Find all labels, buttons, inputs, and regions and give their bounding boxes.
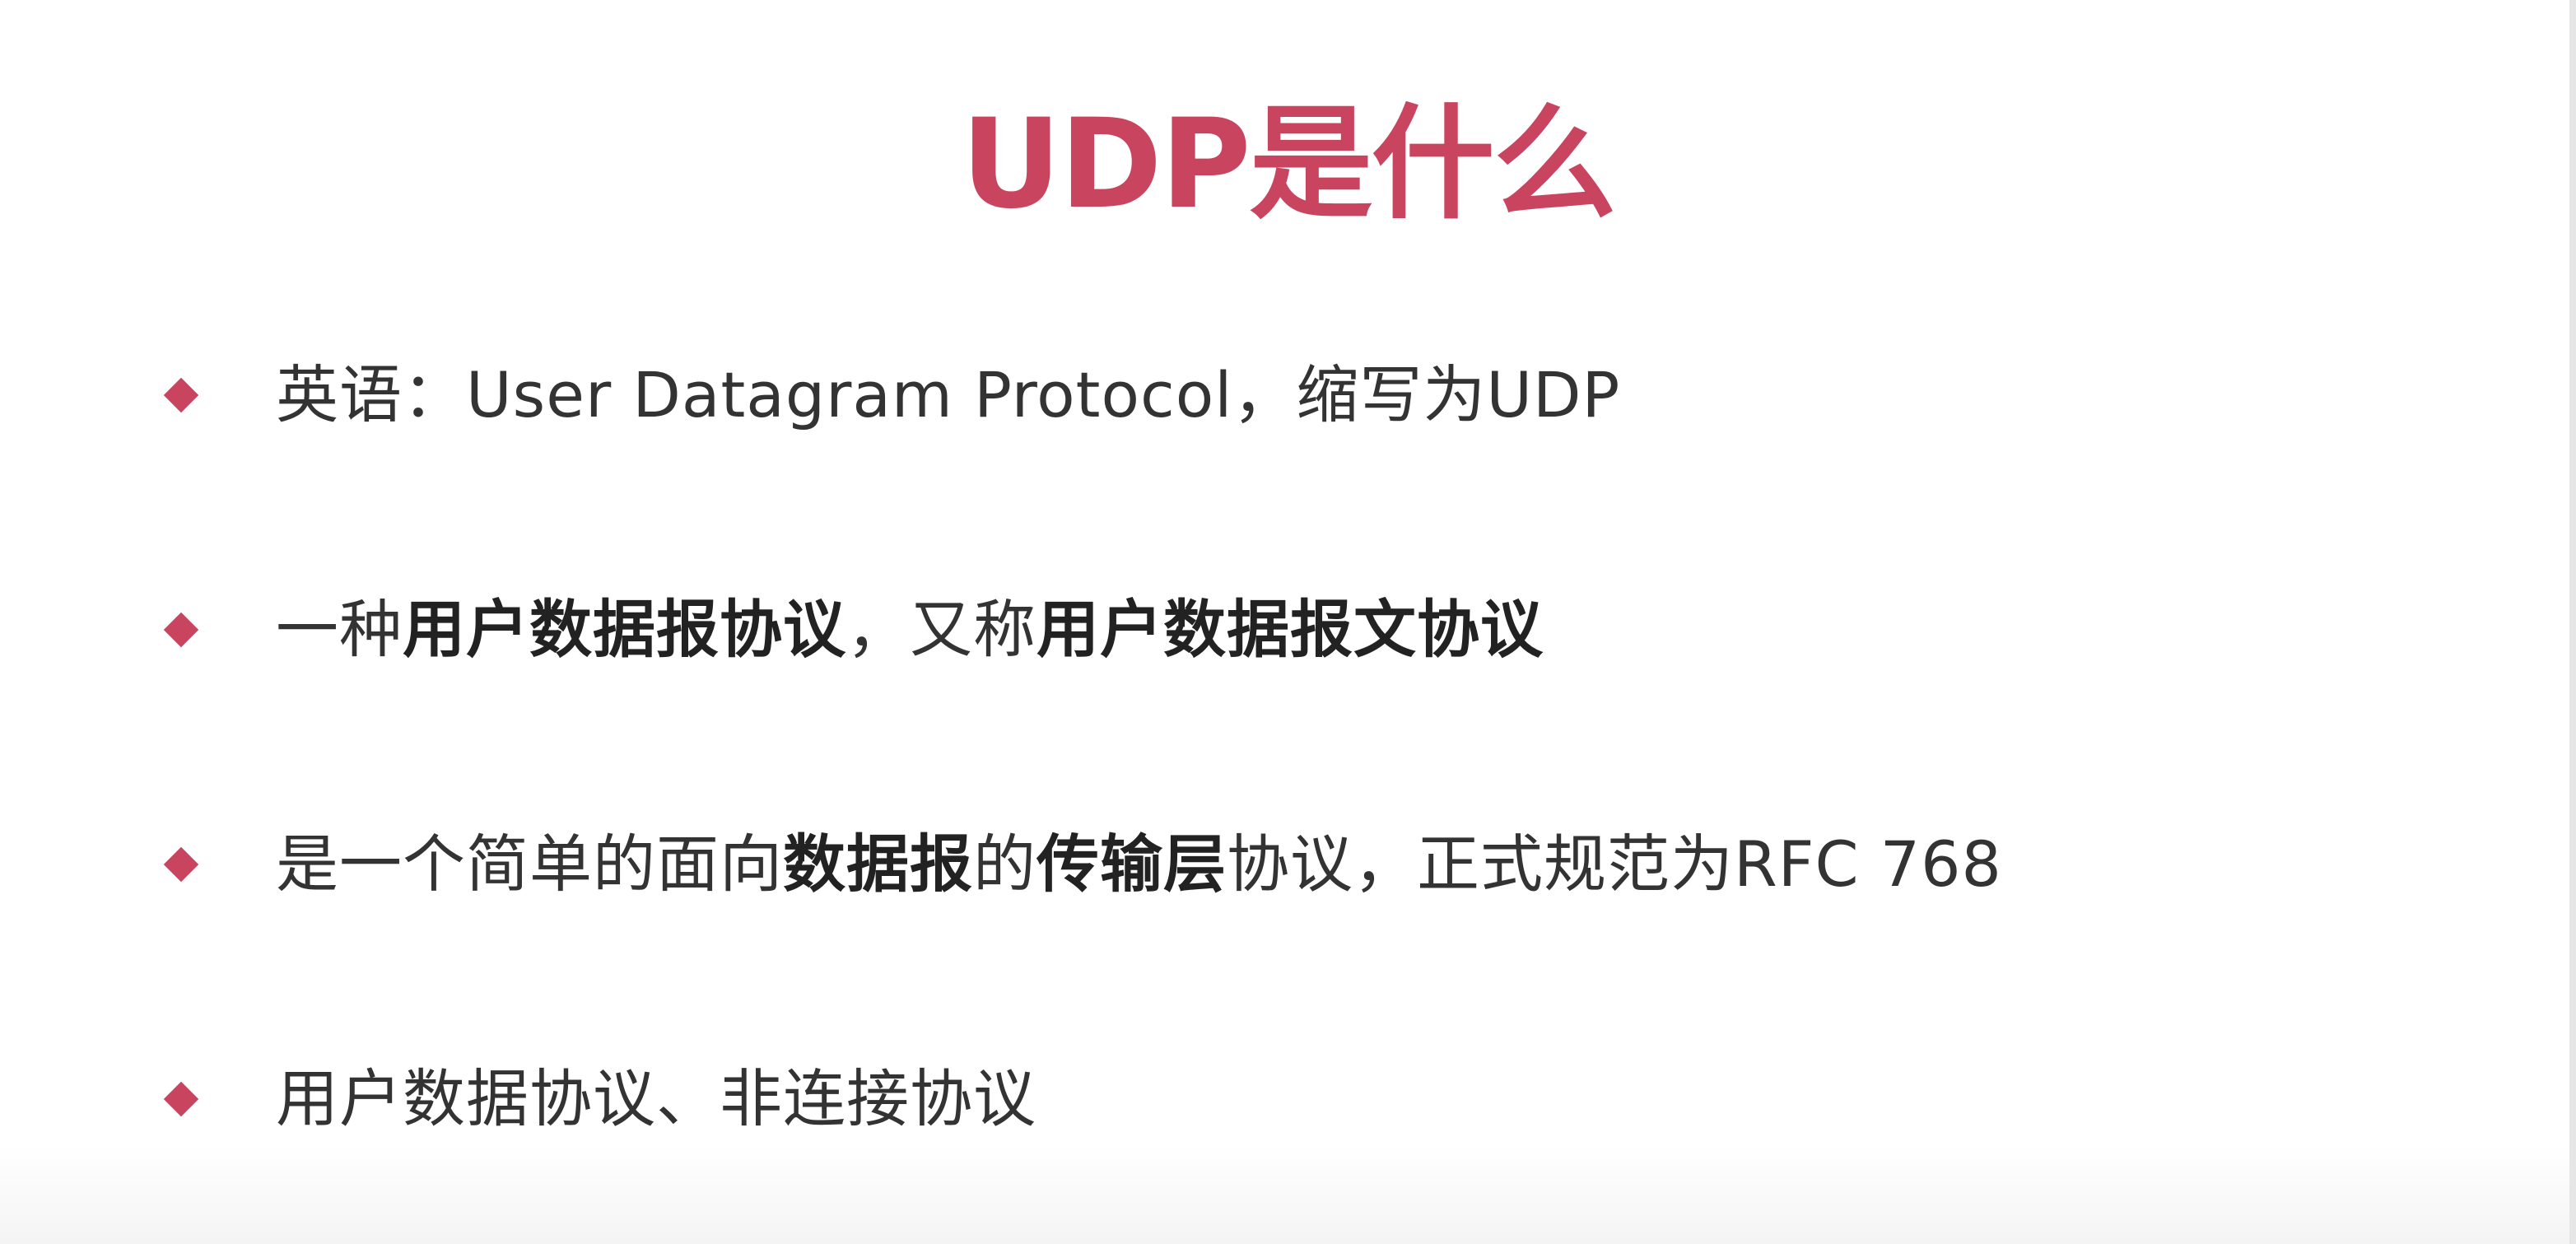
diamond-bullet-icon: [163, 1081, 199, 1117]
bullet-text-3: 是一个简单的面向数据报的传输层协议，正式规范为RFC 768: [276, 823, 2002, 906]
bullet-2-segment-3: ，又称: [846, 593, 1036, 666]
bullet-item-4: 用户数据协议、非连接协议: [156, 1050, 2503, 1148]
bullet-2-segment-2: 用户数据报协议: [403, 593, 846, 666]
diamond-bullet-icon: [163, 377, 199, 413]
bullet-1-segment-1: 英语：User Datagram Protocol，缩写为UDP: [276, 358, 1621, 431]
bullet-3-segment-1: 是一个简单的面向: [276, 827, 783, 901]
bullet-3-segment-5: 协议，正式规范为RFC 768: [1227, 827, 2002, 901]
bullet-text-4: 用户数据协议、非连接协议: [276, 1058, 1036, 1140]
bullet-text-1: 英语：User Datagram Protocol，缩写为UDP: [276, 354, 1620, 436]
diamond-bullet-icon: [163, 846, 199, 883]
bullet-3-segment-4: 传输层: [1036, 827, 1227, 901]
bullet-2-segment-1: 一种: [276, 593, 403, 666]
bullet-3-segment-2: 数据报: [783, 827, 973, 901]
slide-title: UDP是什么: [961, 93, 1616, 236]
slide: UDP是什么 英语：User Datagram Protocol，缩写为UDP …: [0, 0, 2576, 1244]
diamond-bullet-icon: [163, 612, 199, 648]
bullet-4-segment-1: 用户数据协议、非连接协议: [276, 1062, 1036, 1135]
bullet-text-2: 一种用户数据报协议，又称用户数据报文协议: [276, 589, 1544, 671]
bullet-2-segment-4: 用户数据报文协议: [1036, 593, 1544, 666]
bullet-3-segment-3: 的: [973, 827, 1036, 901]
bullet-item-3: 是一个简单的面向数据报的传输层协议，正式规范为RFC 768: [156, 815, 2503, 914]
bullet-item-2: 一种用户数据报协议，又称用户数据报文协议: [156, 580, 2503, 679]
bullet-item-1: 英语：User Datagram Protocol，缩写为UDP: [156, 346, 2503, 445]
right-edge-divider: [2569, 0, 2576, 1244]
